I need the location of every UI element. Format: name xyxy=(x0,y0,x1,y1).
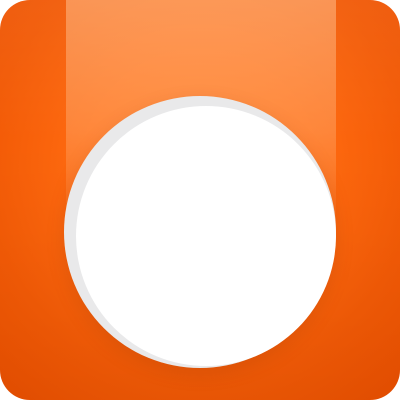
white-circle-icon xyxy=(76,106,336,366)
app-icon[interactable] xyxy=(0,0,400,400)
screen xyxy=(0,0,400,400)
